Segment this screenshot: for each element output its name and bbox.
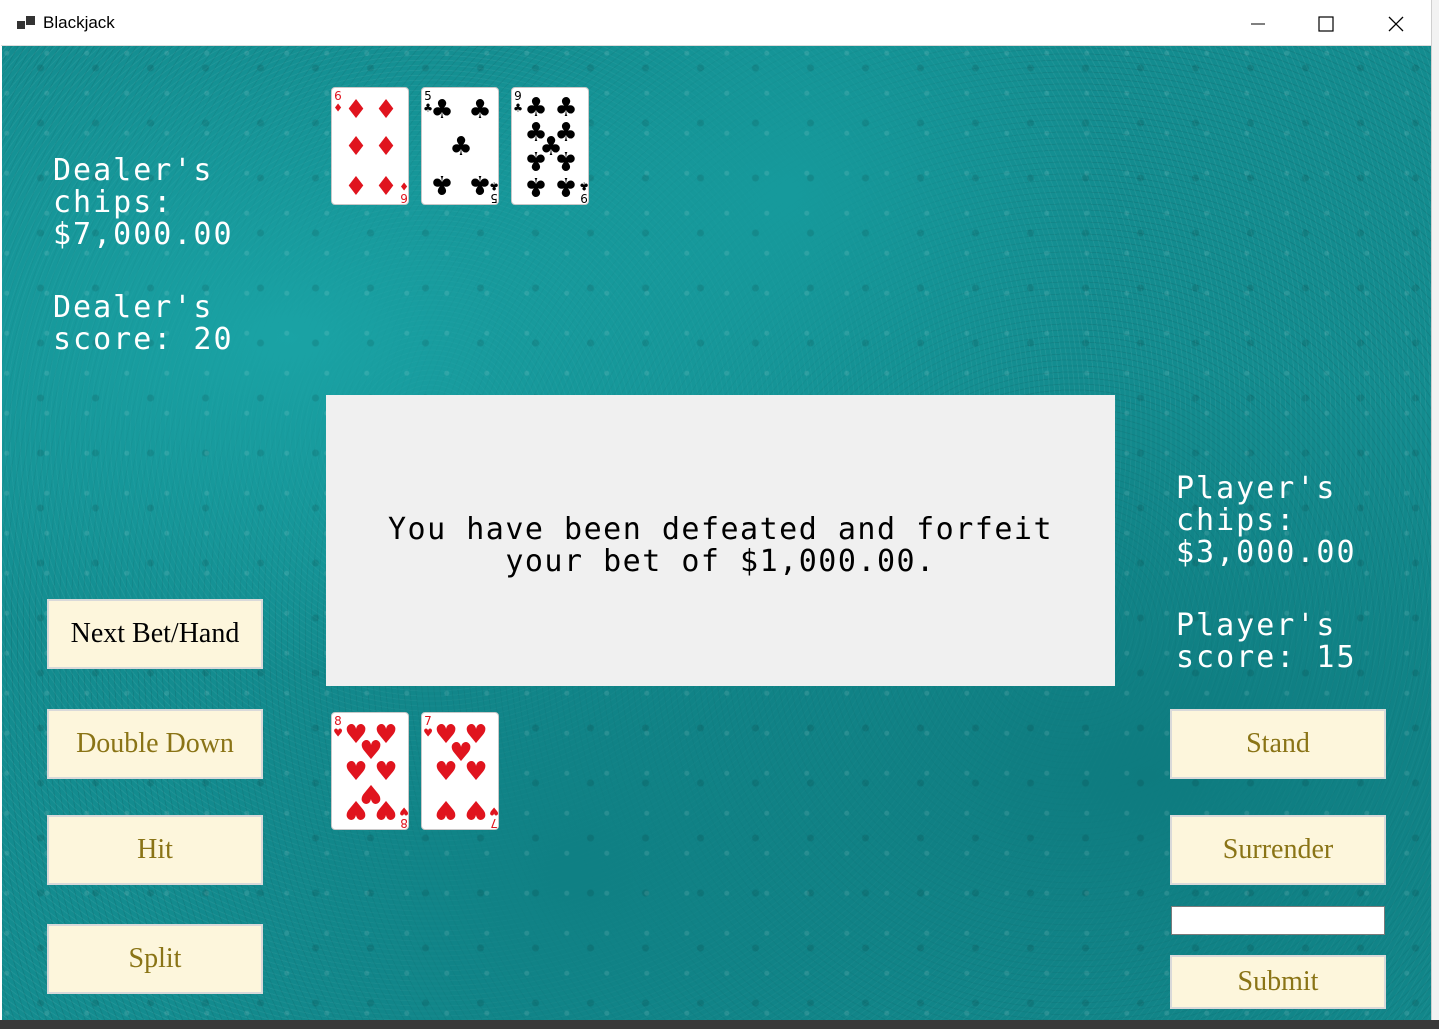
diamonds-card-face: 6♦6♦♦ ♦♦ ♦♦ ♦ [333, 89, 409, 205]
hearts-pip-icon: ♥ [344, 794, 367, 824]
hit-button[interactable]: Hit [47, 815, 263, 885]
hearts-pip-icon: ♥ [434, 757, 457, 787]
hearts-icon: ♥ [333, 727, 343, 740]
dealer-card-2: 5 ♣ 5 ♣ ♣ ♣ ♣ ♣ ♣ [421, 87, 499, 205]
close-icon [1388, 16, 1404, 31]
clubs-pip-icon: ♣ [554, 171, 577, 201]
diamonds-pip-icon: ♦ [374, 132, 397, 162]
clubs-pip-icon: ♣ [468, 169, 491, 199]
diamonds-icon: ♦ [333, 102, 343, 115]
hearts-icon: ♥ [399, 805, 409, 818]
diamonds-pip-icon: ♦ [344, 132, 367, 162]
surrender-button[interactable]: Surrender [1170, 815, 1386, 885]
hearts-pip-icon: ♥ [464, 757, 487, 787]
diamonds-icon: ♦ [399, 180, 409, 193]
maximize-icon [1318, 15, 1334, 32]
stand-button[interactable]: Stand [1170, 709, 1386, 779]
player-card-1: 8 ♥ 8 ♥ ♥ ♥ ♥ ♥ ♥ ♥ ♥ ♥ [331, 712, 409, 830]
dealer-chips-label: Dealer's chips: $7,000.00 [53, 153, 234, 252]
hearts-icon: ♥ [489, 805, 499, 818]
blackjack-window: Blackjack Dealer's chips: $7,000.00 Deal… [0, 0, 1439, 1029]
split-button[interactable]: Split [47, 924, 263, 994]
clubs-pip-icon: ♣ [468, 95, 491, 125]
diamonds-pip-icon: ♦ [344, 169, 367, 199]
maximize-button[interactable] [1291, 2, 1361, 45]
result-message-text: You have been defeated and forfeit your … [387, 511, 1054, 579]
hearts-pip-icon: ♥ [464, 794, 487, 824]
clubs-icon: ♣ [513, 102, 523, 115]
next-bet-hand-button[interactable]: Next Bet/Hand [47, 599, 263, 669]
clubs-pip-icon: ♣ [524, 171, 547, 201]
hearts-pip-icon: ♥ [374, 794, 397, 824]
title-bar[interactable]: Blackjack [1, 1, 1431, 46]
clubs-pip-icon: ♣ [430, 95, 453, 125]
clubs-card-face: 5♣5♣♣ ♣♣♣ ♣ [423, 89, 499, 205]
dealer-card-3: 9 ♣ 9 ♣ ♣ ♣ ♣ ♣ ♣ ♣ ♣ ♣ ♣ [511, 87, 589, 205]
player-chips-label: Player's chips: $3,000.00 [1176, 471, 1357, 570]
clubs-card-face: 9♣9♣♣ ♣♣ ♣♣♣ ♣♣ ♣ [513, 89, 589, 205]
hearts-icon: ♥ [423, 727, 433, 740]
clubs-pip-icon: ♣ [554, 145, 577, 175]
player-score-label: Player's score: 15 [1176, 608, 1357, 675]
hearts-pip-icon: ♥ [434, 794, 457, 824]
submit-button[interactable]: Submit [1170, 955, 1386, 1009]
minimize-button[interactable] [1223, 2, 1293, 45]
close-button[interactable] [1361, 2, 1431, 45]
result-message-box: You have been defeated and forfeit your … [326, 395, 1115, 686]
player-card-2: 7 ♥ 7 ♥ ♥ ♥ ♥ ♥ ♥ ♥ ♥ [421, 712, 499, 830]
diamonds-pip-icon: ♦ [374, 169, 397, 199]
window-title: Blackjack [43, 13, 115, 32]
dealer-card-1: 6 ♦ 6 ♦ ♦ ♦ ♦ ♦ ♦ ♦ [331, 87, 409, 205]
bet-amount-input[interactable] [1171, 906, 1385, 935]
hearts-card-face: 7♥7♥♥ ♥♥♥ ♥♥ ♥ [423, 714, 499, 830]
taskbar-edge [0, 1020, 1439, 1029]
diamonds-pip-icon: ♦ [374, 95, 397, 125]
dealer-score-label: Dealer's score: 20 [53, 290, 234, 357]
minimize-icon [1251, 23, 1265, 24]
clubs-pip-icon: ♣ [524, 145, 547, 175]
clubs-icon: ♣ [579, 180, 589, 193]
clubs-pip-icon: ♣ [449, 132, 472, 162]
diamonds-pip-icon: ♦ [344, 95, 367, 125]
double-down-button[interactable]: Double Down [47, 709, 263, 779]
background-window-edge [1431, 0, 1439, 1029]
hearts-card-face: 8♥8♥♥ ♥♥♥ ♥♥♥ ♥ [333, 714, 409, 830]
app-icon [17, 16, 35, 29]
clubs-pip-icon: ♣ [430, 169, 453, 199]
